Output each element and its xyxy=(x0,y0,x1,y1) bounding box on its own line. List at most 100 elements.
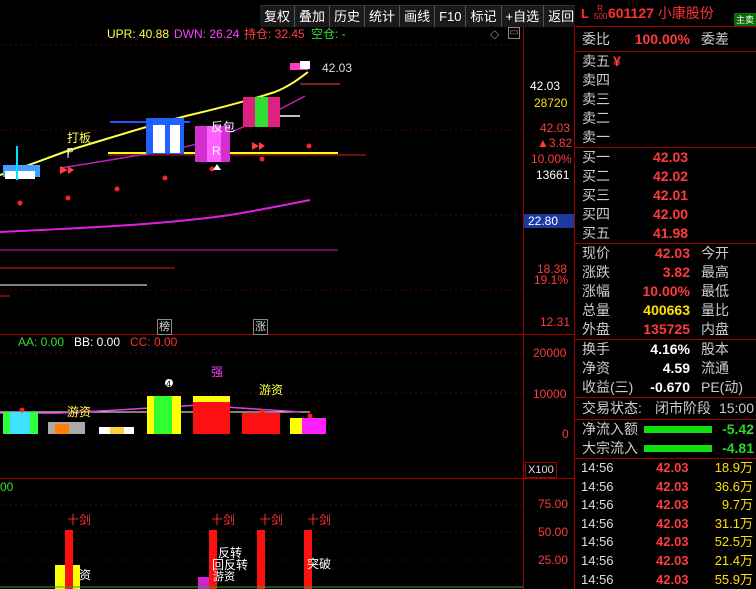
bang-marker: 榜 xyxy=(157,319,172,335)
stat-row: 涨跌 3.82 最高 xyxy=(575,263,756,282)
stat-label: 收益(三) xyxy=(582,379,634,395)
flow-bar xyxy=(644,445,712,452)
bid-price: 42.00 xyxy=(653,206,689,222)
trade-state-time: 15:00 xyxy=(718,400,754,416)
youzi-annotation: 游资 xyxy=(67,405,92,419)
tick-volume: 36.6万 xyxy=(714,478,753,494)
stat-label: 净资 xyxy=(582,360,610,376)
bid-price: 42.01 xyxy=(653,187,689,203)
tick-price: 42.03 xyxy=(656,534,689,550)
tick-volume: 55.9万 xyxy=(714,571,753,587)
tick-price: 42.03 xyxy=(656,571,689,587)
tick-row: 14:56 42.03 36.6万 xyxy=(575,478,756,497)
expand-icon[interactable]: ▭ xyxy=(508,27,520,39)
r-badge-bottom: 500 xyxy=(593,12,608,21)
stat-value: 4.59 xyxy=(662,360,690,376)
circle-annotation: 4 xyxy=(166,379,172,389)
shijian-annotation-4: 十剑 xyxy=(307,513,332,527)
trade-state-value: 闭市阶段 xyxy=(655,400,711,416)
stat-value: 400663 xyxy=(643,302,690,318)
diamond-icon[interactable]: ◇ xyxy=(490,27,499,41)
tick-row: 14:56 42.03 52.5万 xyxy=(575,533,756,552)
flow-row: 净流入额 -5.42 xyxy=(575,420,756,439)
bb-label: BB: 0.00 xyxy=(74,335,121,349)
tick-time: 14:56 xyxy=(581,460,614,475)
tick-list[interactable]: 14:56 42.03 18.9万 14:56 42.03 36.6万 14:56 42.… xyxy=(575,459,756,589)
l-mark: L xyxy=(581,5,589,21)
ask-row[interactable]: 卖四 xyxy=(575,71,756,90)
stat-label-2: PE(动) xyxy=(701,379,743,395)
stat-label: 涨幅 xyxy=(582,283,610,299)
bid-label: 买五 xyxy=(582,225,610,241)
bid-row[interactable]: 买五 41.98 xyxy=(575,224,756,243)
ask-row[interactable]: 卖二 xyxy=(575,109,756,128)
ask-label: 卖三 xyxy=(582,91,610,107)
stat-value: 135725 xyxy=(643,321,690,337)
vol-axis-20000: 20000 xyxy=(533,346,567,360)
tick-row: 14:56 42.03 9.7万 xyxy=(575,496,756,515)
price-stats: 现价 42.03 今开 涨跌 3.82 最高 涨幅 10.00% 最低 总量 400663 量比… xyxy=(575,244,756,339)
bid-row[interactable]: 买一 42.03 xyxy=(575,148,756,167)
tick-price: 42.03 xyxy=(656,478,689,494)
flow-label: 大宗流入 xyxy=(582,440,638,456)
daban-annotation: 打板 xyxy=(67,131,92,145)
stat-value: 10.00% xyxy=(642,283,690,299)
quote-header: L R 500 601127 小康股份 主卖 xyxy=(575,0,756,27)
stat-value: 42.03 xyxy=(654,245,690,261)
stat-row: 外盘 135725 内盘 xyxy=(575,320,756,339)
r-annotation: R xyxy=(212,144,221,158)
panel-divider xyxy=(0,478,575,479)
zi-annotation: 资 xyxy=(79,568,92,582)
ask-row[interactable]: 卖五 ¥ xyxy=(575,52,756,71)
stat-value: 3.82 xyxy=(662,264,690,280)
axis-volume: 28720 xyxy=(534,96,568,110)
r-badge: R 500 xyxy=(593,5,608,21)
tick-volume: 31.1万 xyxy=(714,515,753,531)
tick-price: 42.03 xyxy=(656,497,689,513)
bid-price: 42.02 xyxy=(653,168,689,184)
stat-value: -0.670 xyxy=(650,379,690,395)
stat-row: 总量 400663 量比 xyxy=(575,301,756,320)
weicha-label: 委差 xyxy=(701,31,729,47)
stat-label-2: 量比 xyxy=(701,302,729,318)
ask-label: 卖四 xyxy=(582,72,610,88)
bid-row[interactable]: 买三 42.01 xyxy=(575,186,756,205)
flow-value: -4.81 xyxy=(722,440,754,456)
bottom-axis-25: 25.00 xyxy=(538,553,569,567)
bid-row[interactable]: 买二 42.02 xyxy=(575,167,756,186)
axis-price-2: 42.03 xyxy=(540,121,571,135)
price-chart-canvas[interactable] xyxy=(0,0,575,589)
vol-axis-0: 0 xyxy=(562,427,569,441)
tick-price: 42.03 xyxy=(656,552,689,568)
ask-price: ¥ xyxy=(613,53,621,69)
vol-scale-badge[interactable]: X100 xyxy=(525,462,557,478)
ask-row[interactable]: 卖一 xyxy=(575,128,756,147)
tick-time: 14:56 xyxy=(581,571,614,587)
stat-label-2: 内盘 xyxy=(701,321,729,337)
shijian-annotation-3: 十剑 xyxy=(259,513,284,527)
bid-price: 41.98 xyxy=(653,225,689,241)
flow-row: 大宗流入 -4.81 xyxy=(575,439,756,458)
tick-time: 14:56 xyxy=(581,515,614,531)
bid-label: 买二 xyxy=(582,168,610,184)
stat-label: 总量 xyxy=(582,302,610,318)
flow-label: 净流入额 xyxy=(582,421,638,437)
stat-label-2: 今开 xyxy=(701,245,729,261)
ask-row[interactable]: 卖三 xyxy=(575,90,756,109)
axis-divider xyxy=(523,27,524,334)
bid-row[interactable]: 买四 42.00 xyxy=(575,205,756,224)
stat-value: 4.16% xyxy=(650,341,690,357)
ask-label: 卖二 xyxy=(582,110,610,126)
bottom-axis-50: 50.00 xyxy=(538,525,569,539)
stat-row: 换手 4.16% 股本 xyxy=(575,340,756,359)
qiang-annotation: 强 xyxy=(211,365,224,379)
stat-row: 涨幅 10.00% 最低 xyxy=(575,282,756,301)
empty-label: 空仓: - xyxy=(311,27,346,41)
bid-book: 买一 42.03 买二 42.02 买三 42.01 买四 42.00 买五 41.98 xyxy=(575,148,756,243)
tupo-annotation: 突破 xyxy=(307,557,332,571)
flow-value: -5.42 xyxy=(722,421,754,437)
tick-row: 14:56 42.03 21.4万 xyxy=(575,552,756,571)
tick-row: 14:56 42.03 31.1万 xyxy=(575,515,756,534)
dwn-label: DWN: 26.24 xyxy=(174,27,240,41)
zhang-marker: 涨 xyxy=(253,319,268,335)
